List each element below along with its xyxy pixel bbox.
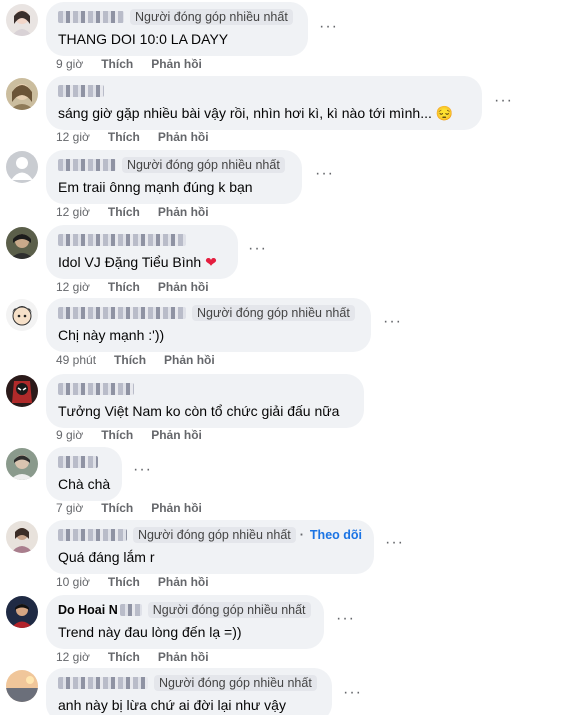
more-options-icon[interactable]: ··· [315, 165, 334, 183]
more-options-icon[interactable]: ··· [319, 18, 338, 36]
comment-bubble: Idol VJ Đặng Tiểu Bình ❤ [46, 225, 238, 279]
like-button[interactable]: Thích [101, 57, 133, 71]
commenter-name-blurred[interactable] [58, 234, 186, 246]
like-button[interactable]: Thích [108, 280, 140, 294]
comment-text: THANG DOI 10:0 LA DAYY [58, 31, 229, 47]
commenter-name-blurred[interactable] [58, 677, 148, 689]
avatar[interactable] [6, 299, 38, 331]
comment-text: sáng giờ gặp nhiều bài vậy rồi, nhìn hơi… [58, 105, 454, 121]
more-options-icon[interactable]: ··· [133, 461, 152, 479]
reply-button[interactable]: Phản hồi [158, 130, 209, 144]
comment-bubble: sáng giờ gặp nhiều bài vậy rồi, nhìn hơi… [46, 76, 482, 130]
reply-button[interactable]: Phản hồi [151, 501, 202, 515]
more-options-icon[interactable]: ··· [343, 684, 362, 702]
reply-button[interactable]: Phản hồi [151, 428, 202, 442]
comment-bubble: Người đóng góp nhiều nhất · Theo dõi Quá… [46, 520, 374, 574]
reply-button[interactable]: Phản hồi [151, 57, 202, 71]
commenter-name-blurred[interactable] [119, 604, 142, 616]
top-contributor-badge: Người đóng góp nhiều nhất [192, 305, 355, 321]
reply-button[interactable]: Phản hồi [158, 575, 209, 589]
comment-bubble: Do Hoai N Người đóng góp nhiều nhất Tren… [46, 595, 324, 649]
comment-bubble: Chà chà [46, 447, 122, 501]
comment-text: Chà chà [58, 476, 111, 492]
follow-button[interactable]: Theo dõi [310, 528, 362, 542]
avatar[interactable] [6, 4, 38, 36]
like-button[interactable]: Thích [114, 353, 146, 367]
comment-bubble: Người đóng góp nhiều nhất anh này bị lừa… [46, 668, 332, 715]
reply-button[interactable]: Phản hồi [164, 353, 215, 367]
avatar[interactable] [6, 227, 38, 259]
commenter-name-blurred[interactable] [58, 85, 104, 97]
commenter-name-blurred[interactable] [58, 11, 124, 23]
more-options-icon[interactable]: ··· [383, 313, 402, 331]
top-contributor-badge: Người đóng góp nhiều nhất [130, 9, 293, 25]
like-button[interactable]: Thích [108, 205, 140, 219]
separator-dot: · [299, 528, 304, 542]
commenter-name[interactable]: Do Hoai N [58, 603, 118, 617]
avatar[interactable] [6, 151, 38, 183]
commenter-name-blurred[interactable] [58, 159, 116, 171]
comment-time[interactable]: 9 giờ [56, 57, 83, 71]
commenter-name-blurred[interactable] [58, 529, 127, 541]
comment-time[interactable]: 9 giờ [56, 428, 83, 442]
commenter-name-blurred[interactable] [58, 383, 134, 395]
comment-text: Quá đáng lắm r [58, 549, 155, 565]
reply-button[interactable]: Phản hồi [158, 280, 209, 294]
comment-text: Chị này mạnh :')) [58, 327, 165, 343]
more-options-icon[interactable]: ··· [248, 240, 267, 258]
commenter-name-blurred[interactable] [58, 456, 98, 468]
like-button[interactable]: Thích [108, 650, 140, 664]
comment-time[interactable]: 10 giờ [56, 575, 90, 589]
avatar[interactable] [6, 521, 38, 553]
avatar[interactable] [6, 596, 38, 628]
comment-text: Idol VJ Đặng Tiểu Bình ❤ [58, 254, 217, 270]
comment-time[interactable]: 12 giờ [56, 205, 90, 219]
avatar[interactable] [6, 670, 38, 702]
heart-icon: ❤ [205, 254, 217, 270]
comment-time[interactable]: 12 giờ [56, 130, 90, 144]
avatar[interactable] [6, 375, 38, 407]
comment-time[interactable]: 12 giờ [56, 650, 90, 664]
top-contributor-badge: Người đóng góp nhiều nhất [147, 602, 311, 618]
more-options-icon[interactable]: ··· [385, 534, 404, 552]
comment-bubble: Tưởng Việt Nam ko còn tổ chức giải đấu n… [46, 374, 364, 428]
reply-button[interactable]: Phản hồi [158, 205, 209, 219]
comment-text: anh này bị lừa chứ ai đời lại như vậy [58, 697, 286, 713]
comment-text: Em traii ônng mạnh đúng k bạn [58, 179, 253, 195]
avatar[interactable] [6, 78, 38, 110]
comment-text: Tưởng Việt Nam ko còn tổ chức giải đấu n… [58, 403, 340, 419]
more-options-icon[interactable]: ··· [336, 610, 355, 628]
like-button[interactable]: Thích [101, 428, 133, 442]
commenter-name-blurred[interactable] [58, 307, 186, 319]
comment-text: Trend này đau lòng đến lạ =)) [58, 624, 242, 640]
reply-button[interactable]: Phản hồi [158, 650, 209, 664]
more-options-icon[interactable]: ··· [494, 92, 513, 110]
comment-bubble: Người đóng góp nhiều nhất Em traii ônng … [46, 150, 302, 204]
comment-time[interactable]: 7 giờ [56, 501, 83, 515]
top-contributor-badge: Người đóng góp nhiều nhất [132, 527, 296, 543]
like-button[interactable]: Thích [108, 130, 140, 144]
like-button[interactable]: Thích [108, 575, 140, 589]
comment-bubble: Người đóng góp nhiều nhất Chị này mạnh :… [46, 298, 371, 352]
like-button[interactable]: Thích [101, 501, 133, 515]
comment-time[interactable]: 49 phút [56, 353, 96, 367]
comment-bubble: Người đóng góp nhiều nhất THANG DOI 10:0… [46, 2, 308, 56]
avatar[interactable] [6, 448, 38, 480]
top-contributor-badge: Người đóng góp nhiều nhất [154, 675, 317, 691]
comment-time[interactable]: 12 giờ [56, 280, 90, 294]
top-contributor-badge: Người đóng góp nhiều nhất [122, 157, 285, 173]
